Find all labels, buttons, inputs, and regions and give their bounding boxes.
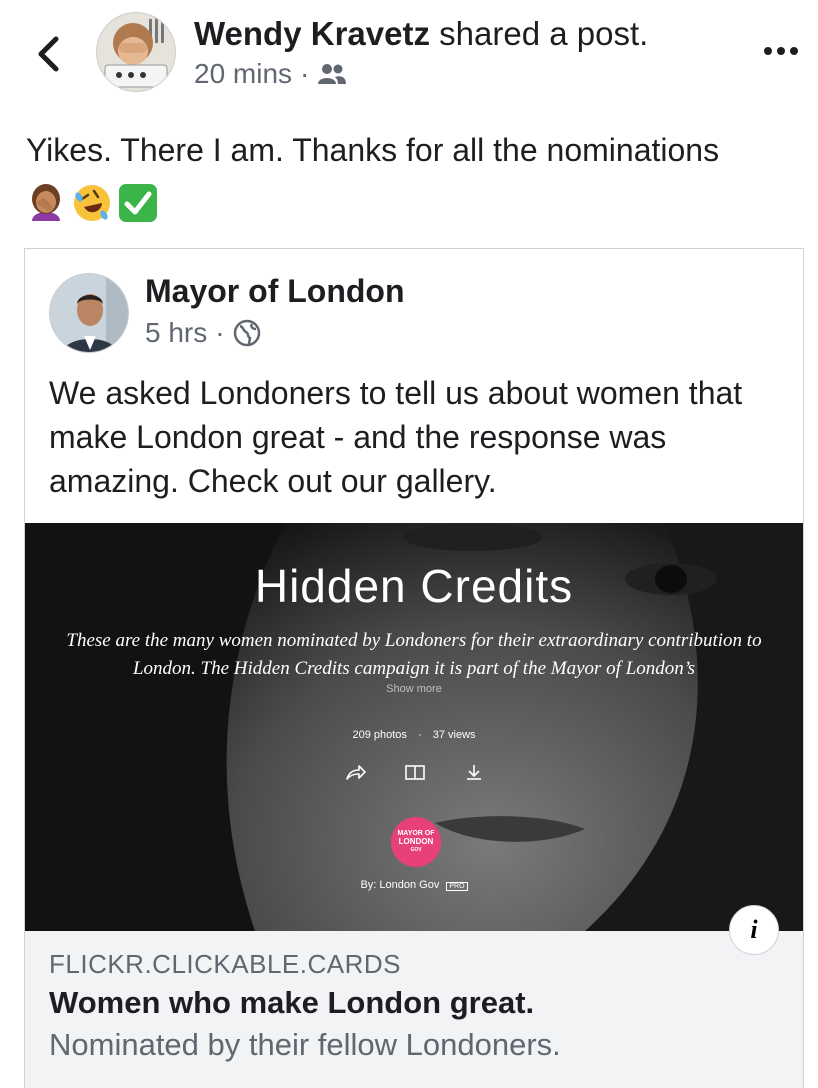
- image-photo-count: 209 photos: [352, 729, 407, 741]
- poster-name[interactable]: Wendy Kravetz: [194, 15, 430, 52]
- shared-post-text: We asked Londoners to tell us about wome…: [49, 375, 743, 499]
- post-time[interactable]: 20 mins: [194, 58, 292, 90]
- back-button[interactable]: [30, 32, 66, 76]
- badge-line3: GOV: [410, 847, 422, 853]
- face-palm-woman-emoji: [32, 184, 60, 221]
- mayor-of-london-badge: MAYOR OF LONDON GOV: [391, 817, 441, 867]
- meta-separator: ·: [300, 58, 310, 89]
- download-icon: [467, 765, 481, 780]
- image-description-line2: London. The Hidden Credits campaign it i…: [132, 658, 696, 679]
- image-show-more: Show more: [386, 683, 442, 695]
- shared-meta: 5 hrs ·: [145, 317, 261, 349]
- pro-tag: PRO: [446, 882, 468, 891]
- post-header: Wendy Kravetz shared a post. 20 mins ·: [0, 0, 818, 108]
- shared-post-card[interactable]: Mayor of London 5 hrs · We asked Londone…: [24, 248, 804, 1088]
- image-view-count: 37 views: [432, 729, 476, 741]
- image-description-line1: These are the many women nominated by Lo…: [66, 630, 762, 651]
- book-icon: [405, 765, 425, 780]
- link-caption[interactable]: FLICKR.CLICKABLE.CARDS Women who make Lo…: [25, 931, 803, 1088]
- poster-action: shared a post.: [439, 15, 649, 52]
- globe-icon: [233, 319, 260, 347]
- share-arrow-icon: [346, 765, 366, 780]
- poster-line: Wendy Kravetz shared a post.: [194, 14, 648, 54]
- badge-line2: LONDON: [398, 837, 434, 846]
- image-by-text: By: London Gov: [360, 879, 440, 891]
- link-subtitle: Nominated by their fellow Londoners.: [49, 1027, 561, 1062]
- image-stats-dot: ·: [417, 729, 422, 741]
- page-name[interactable]: Mayor of London: [145, 273, 405, 310]
- info-icon: i: [750, 915, 758, 944]
- emoji-row: [24, 180, 160, 226]
- image-description: These are the many women nominated by Lo…: [25, 627, 803, 683]
- info-button[interactable]: i: [729, 905, 779, 955]
- link-domain: FLICKR.CLICKABLE.CARDS: [49, 949, 401, 979]
- page-avatar[interactable]: [49, 273, 129, 353]
- image-stats: 209 photos · 37 views: [25, 729, 803, 741]
- image-action-icons: [345, 763, 485, 781]
- link-title: Women who make London great.: [49, 985, 535, 1020]
- shared-time[interactable]: 5 hrs: [145, 317, 207, 349]
- rolling-on-floor-laughing-emoji: [74, 185, 110, 221]
- image-title: Hidden Credits: [254, 560, 574, 612]
- link-preview-image[interactable]: Hidden Credits These are the many women …: [25, 523, 803, 931]
- post-text: Yikes. There I am. Thanks for all the no…: [26, 132, 720, 168]
- check-mark-button-emoji: [119, 184, 157, 222]
- chevron-left-icon: [38, 36, 59, 72]
- image-byline: By: London Gov PRO: [25, 879, 803, 891]
- more-options-button[interactable]: [756, 36, 806, 66]
- shared-separator: ·: [215, 317, 225, 348]
- poster-avatar[interactable]: [96, 12, 176, 92]
- friends-icon: [318, 64, 347, 84]
- more-dots-icon: [764, 47, 798, 55]
- post-meta: 20 mins ·: [194, 58, 347, 90]
